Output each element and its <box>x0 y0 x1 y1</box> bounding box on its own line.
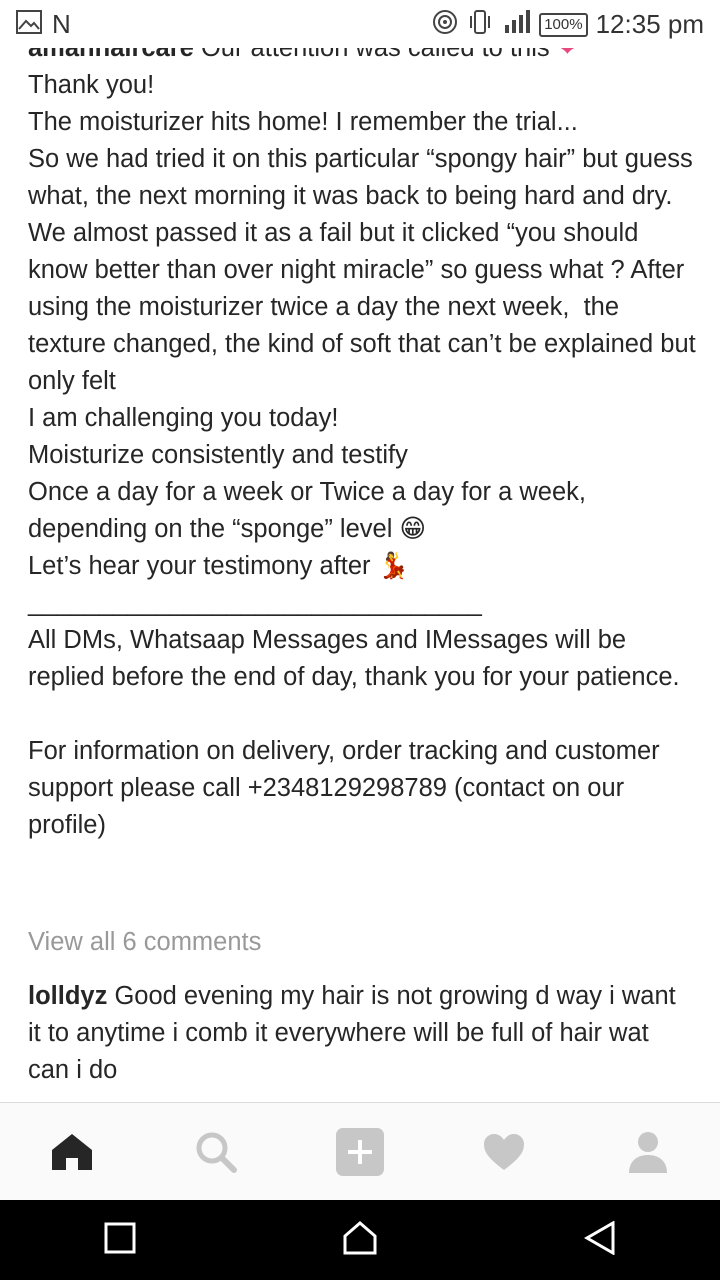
comment: lolldyz Good evening my hair is not grow… <box>28 978 693 1089</box>
caption-line: I am challenging you today! <box>28 404 339 432</box>
system-navigation-bar <box>0 1200 720 1280</box>
comment-username[interactable]: lolldyz <box>28 982 107 1010</box>
caption-line: Let’s hear your testimony after 💃 <box>28 552 410 580</box>
post-caption: amannaircare Our attention was called to… <box>28 30 698 844</box>
caption-blank-line <box>28 696 698 733</box>
caption-line: We almost passed it as a fail but it cli… <box>28 219 703 395</box>
bottom-navigation <box>0 1102 720 1201</box>
notification-letter: N <box>52 9 71 39</box>
caption-separator: ________________________________ <box>28 589 482 617</box>
nav-activity-button[interactable] <box>464 1112 544 1192</box>
caption-line: Moisturize consistently and testify <box>28 441 408 469</box>
triangle-back-icon <box>584 1219 615 1256</box>
nav-add-button[interactable] <box>320 1112 400 1192</box>
hotspot-icon <box>431 8 459 41</box>
home-system-button[interactable] <box>343 1220 377 1260</box>
recents-button[interactable] <box>104 1222 136 1259</box>
caption-line: Thank you! <box>28 71 155 99</box>
nav-profile-button[interactable] <box>608 1112 688 1192</box>
status-bar: N 100% 12:35 pm <box>0 0 720 48</box>
profile-icon <box>629 1132 667 1173</box>
caption-line: Once a day for a week or Twice a day for… <box>28 478 594 543</box>
caption-line: All DMs, Whatsaap Messages and IMessages… <box>28 626 680 691</box>
back-button[interactable] <box>584 1219 616 1260</box>
house-outline-icon <box>343 1220 377 1254</box>
vibrate-icon <box>467 8 493 41</box>
caption-line: For information on delivery, order track… <box>28 737 667 839</box>
battery-indicator: 100% <box>539 12 588 37</box>
comment-text: Good evening my hair is not growing d wa… <box>28 982 676 1084</box>
home-icon <box>52 1134 92 1170</box>
signal-icon <box>501 9 531 40</box>
search-icon <box>196 1132 237 1173</box>
gallery-icon <box>16 10 42 39</box>
nav-search-button[interactable] <box>176 1112 256 1192</box>
nav-home-button[interactable] <box>32 1112 112 1192</box>
clock: 12:35 pm <box>595 9 704 39</box>
heart-icon <box>484 1134 524 1170</box>
add-icon <box>336 1128 384 1176</box>
square-icon <box>104 1222 136 1253</box>
caption-line: So we had tried it on this particular “s… <box>28 145 700 210</box>
view-all-comments-link[interactable]: View all 6 comments <box>28 928 261 957</box>
caption-line: The moisturizer hits home! I remember th… <box>28 108 578 136</box>
